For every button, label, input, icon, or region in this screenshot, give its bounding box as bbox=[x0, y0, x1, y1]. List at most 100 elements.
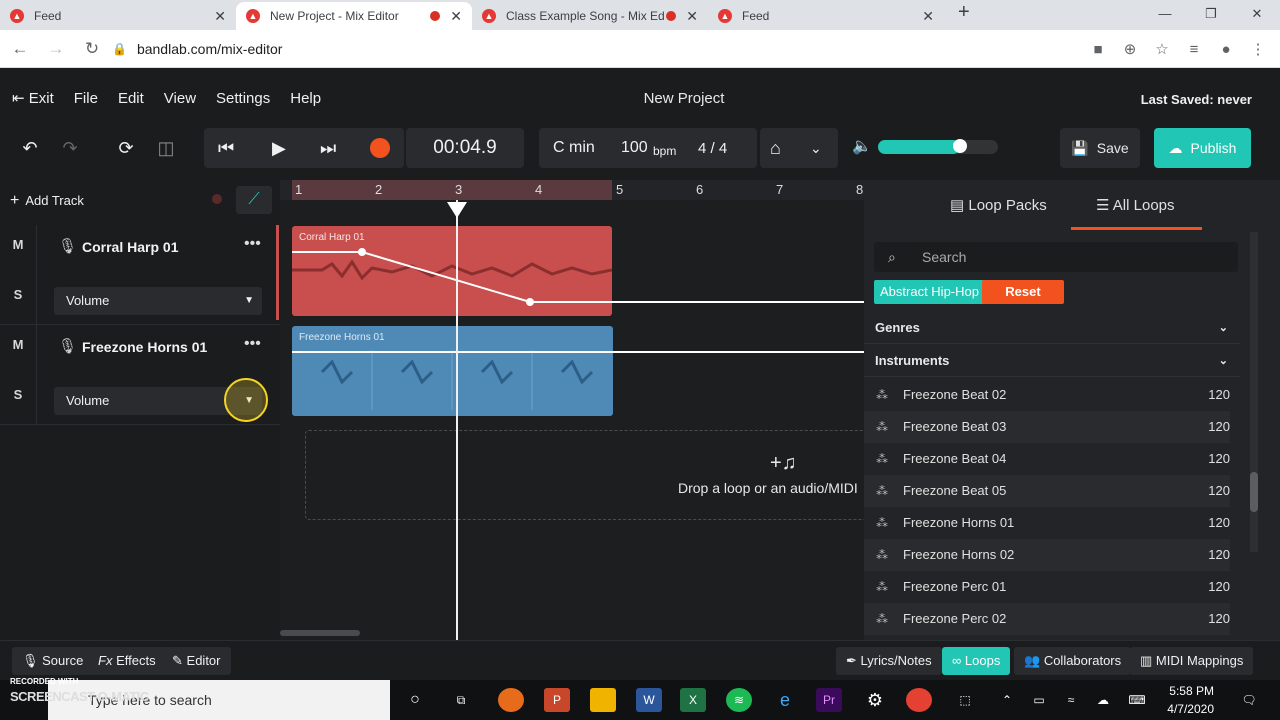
premiere-icon[interactable]: Pr bbox=[816, 688, 842, 712]
clock[interactable]: 5:58 PM 4/7/2020 bbox=[1167, 682, 1214, 718]
editor-button[interactable]: ✎ Editor bbox=[162, 647, 231, 675]
loop-item[interactable]: ⁂ Freezone Beat 05 120 bbox=[864, 475, 1230, 507]
track-name[interactable]: Freezone Horns 01 bbox=[82, 339, 207, 355]
bpm-value[interactable]: 100 bbox=[621, 139, 648, 157]
reset-button[interactable]: Reset bbox=[982, 280, 1064, 304]
loop-item[interactable]: ⁂ Freezone Beat 03 120 bbox=[864, 411, 1230, 443]
close-tab-icon[interactable]: ✕ bbox=[450, 8, 462, 25]
time-signature[interactable]: 4 / 4 bbox=[698, 140, 727, 157]
excel-icon[interactable]: X bbox=[680, 688, 706, 712]
loop-item[interactable]: ⁂ Freezone Beat 02 120 bbox=[864, 379, 1230, 411]
close-tab-icon[interactable]: ✕ bbox=[214, 8, 226, 25]
master-volume-slider[interactable] bbox=[878, 139, 998, 154]
browser-tab-feed[interactable]: ▲ Feed ✕ bbox=[0, 2, 236, 30]
solo-button[interactable]: S bbox=[0, 287, 36, 302]
snip-icon[interactable]: ⬚ bbox=[952, 688, 978, 712]
save-button[interactable]: 💾 Save bbox=[1060, 128, 1140, 168]
powerpoint-icon[interactable]: P bbox=[544, 688, 570, 712]
tray-chevron-icon[interactable]: ⌃ bbox=[994, 688, 1020, 712]
bar-ruler[interactable]: 1 2 3 4 5 6 7 8 bbox=[280, 180, 864, 200]
mute-button[interactable]: M bbox=[0, 237, 36, 252]
tab-all-loops[interactable]: ☰ All Loops bbox=[1096, 196, 1175, 214]
back-icon[interactable]: ← bbox=[4, 39, 36, 59]
chevron-down-icon[interactable]: ⌄ bbox=[810, 140, 822, 157]
menu-icon[interactable]: ⋮ bbox=[1242, 40, 1274, 58]
waveform-icon[interactable]: ⁂ bbox=[876, 539, 888, 571]
skip-back-icon[interactable]: ⏮ bbox=[218, 138, 234, 159]
publish-button[interactable]: ☁ Publish bbox=[1154, 128, 1251, 168]
settings-gear-icon[interactable]: ⚙ bbox=[862, 688, 888, 712]
url-field[interactable]: 🔒 bandlab.com/mix-editor bbox=[112, 35, 1072, 63]
lyrics-notes-button[interactable]: ✒ Lyrics/Notes bbox=[836, 647, 942, 675]
record-icon[interactable] bbox=[370, 138, 390, 158]
new-tab-icon[interactable]: + bbox=[958, 1, 970, 24]
track-name[interactable]: Corral Harp 01 bbox=[82, 239, 178, 255]
star-icon[interactable]: ☆ bbox=[1146, 40, 1178, 58]
chrome-icon[interactable] bbox=[906, 688, 932, 712]
key-selector[interactable]: C min bbox=[553, 139, 595, 157]
cortana-icon[interactable]: ○ bbox=[402, 688, 428, 712]
waveform-icon[interactable]: ⁂ bbox=[876, 443, 888, 475]
volume-knob[interactable] bbox=[952, 139, 967, 153]
waveform-icon[interactable]: ⁂ bbox=[876, 475, 888, 507]
record-arm-icon[interactable] bbox=[212, 194, 222, 204]
waveform-icon[interactable]: ⁂ bbox=[876, 507, 888, 539]
loop-region[interactable] bbox=[292, 180, 612, 200]
task-view-icon[interactable]: ⧉ bbox=[448, 688, 474, 712]
playhead[interactable] bbox=[456, 200, 458, 640]
automation-icon[interactable]: ⟋ bbox=[236, 186, 272, 214]
loops-search-input[interactable]: ⌕ Search bbox=[874, 242, 1238, 272]
genre-filter-chip[interactable]: Abstract Hip-Hop bbox=[874, 280, 985, 304]
waveform-icon[interactable]: ⁂ bbox=[876, 603, 888, 635]
metronome-icon[interactable]: ⌂ bbox=[770, 138, 781, 159]
horizontal-scrollbar[interactable] bbox=[280, 630, 360, 636]
solo-button[interactable]: S bbox=[0, 387, 36, 402]
profile-icon[interactable]: ● bbox=[1210, 41, 1242, 58]
forward-icon[interactable]: → bbox=[40, 39, 72, 59]
redo-icon[interactable]: ↷ bbox=[50, 128, 90, 168]
add-track-button[interactable]: + Add Track bbox=[10, 192, 84, 210]
zoom-icon[interactable]: ⊕ bbox=[1114, 40, 1146, 58]
close-tab-icon[interactable]: ✕ bbox=[922, 8, 934, 25]
source-button[interactable]: 🎙 Source bbox=[12, 647, 94, 675]
word-icon[interactable]: W bbox=[636, 688, 662, 712]
media-icon[interactable]: ≡ bbox=[1178, 41, 1210, 58]
firefox-icon[interactable] bbox=[498, 688, 524, 712]
undo-icon[interactable]: ↶ bbox=[10, 128, 50, 168]
loop-icon[interactable]: ⟳ bbox=[106, 128, 146, 168]
wifi-icon[interactable]: ≈ bbox=[1058, 688, 1084, 712]
waveform-icon[interactable]: ⁂ bbox=[876, 411, 888, 443]
collaborators-button[interactable]: 👥 Collaborators bbox=[1014, 647, 1132, 675]
project-title[interactable]: New Project bbox=[0, 90, 1280, 107]
camera-icon[interactable]: ■ bbox=[1082, 41, 1114, 58]
loop-item[interactable]: ⁂ Freezone Horns 02 120 bbox=[864, 539, 1230, 571]
notifications-icon[interactable]: 🗨 bbox=[1236, 688, 1262, 712]
scroll-thumb[interactable] bbox=[1250, 472, 1258, 512]
automation-line[interactable] bbox=[292, 351, 864, 353]
playhead-marker[interactable] bbox=[447, 202, 467, 218]
skip-forward-icon[interactable]: ⏭ bbox=[320, 138, 336, 159]
browser-tab-feed-2[interactable]: ▲ Feed ✕ bbox=[708, 2, 944, 30]
mute-button[interactable]: M bbox=[0, 337, 36, 352]
waveform-icon[interactable]: ⁂ bbox=[876, 379, 888, 411]
vertical-scrollbar[interactable] bbox=[1250, 232, 1258, 552]
loops-button[interactable]: ∞ Loops bbox=[942, 647, 1011, 675]
battery-icon[interactable]: ▭ bbox=[1026, 688, 1052, 712]
loop-item[interactable]: ⁂ Freezone Beat 04 120 bbox=[864, 443, 1230, 475]
keyboard-icon[interactable]: ⌨ bbox=[1124, 688, 1150, 712]
onedrive-icon[interactable]: ☁ bbox=[1090, 688, 1116, 712]
genres-filter[interactable]: Genres ⌄ bbox=[864, 312, 1240, 344]
loop-item[interactable]: ⁂ Freezone Horns 01 120 bbox=[864, 507, 1230, 539]
tab-loop-packs[interactable]: ▤ Loop Packs bbox=[950, 196, 1047, 214]
more-options-icon[interactable]: ••• bbox=[244, 335, 261, 353]
loop-item[interactable]: ⁂ Freezone Perc 02 120 bbox=[864, 603, 1230, 635]
loop-item[interactable]: ⁂ Freezone Perc 01 120 bbox=[864, 571, 1230, 603]
split-icon[interactable]: ◫ bbox=[146, 128, 186, 168]
browser-tab-mix-editor[interactable]: ▲ New Project - Mix Editor ✕ bbox=[236, 2, 472, 30]
reload-icon[interactable]: ↻ bbox=[76, 39, 108, 59]
drop-zone[interactable] bbox=[305, 430, 864, 520]
edge-icon[interactable]: e bbox=[772, 688, 798, 712]
audio-clip[interactable]: Freezone Horns 01 bbox=[292, 326, 613, 416]
effects-button[interactable]: Fx Effects bbox=[88, 647, 166, 675]
close-window-icon[interactable]: ✕ bbox=[1234, 0, 1280, 28]
